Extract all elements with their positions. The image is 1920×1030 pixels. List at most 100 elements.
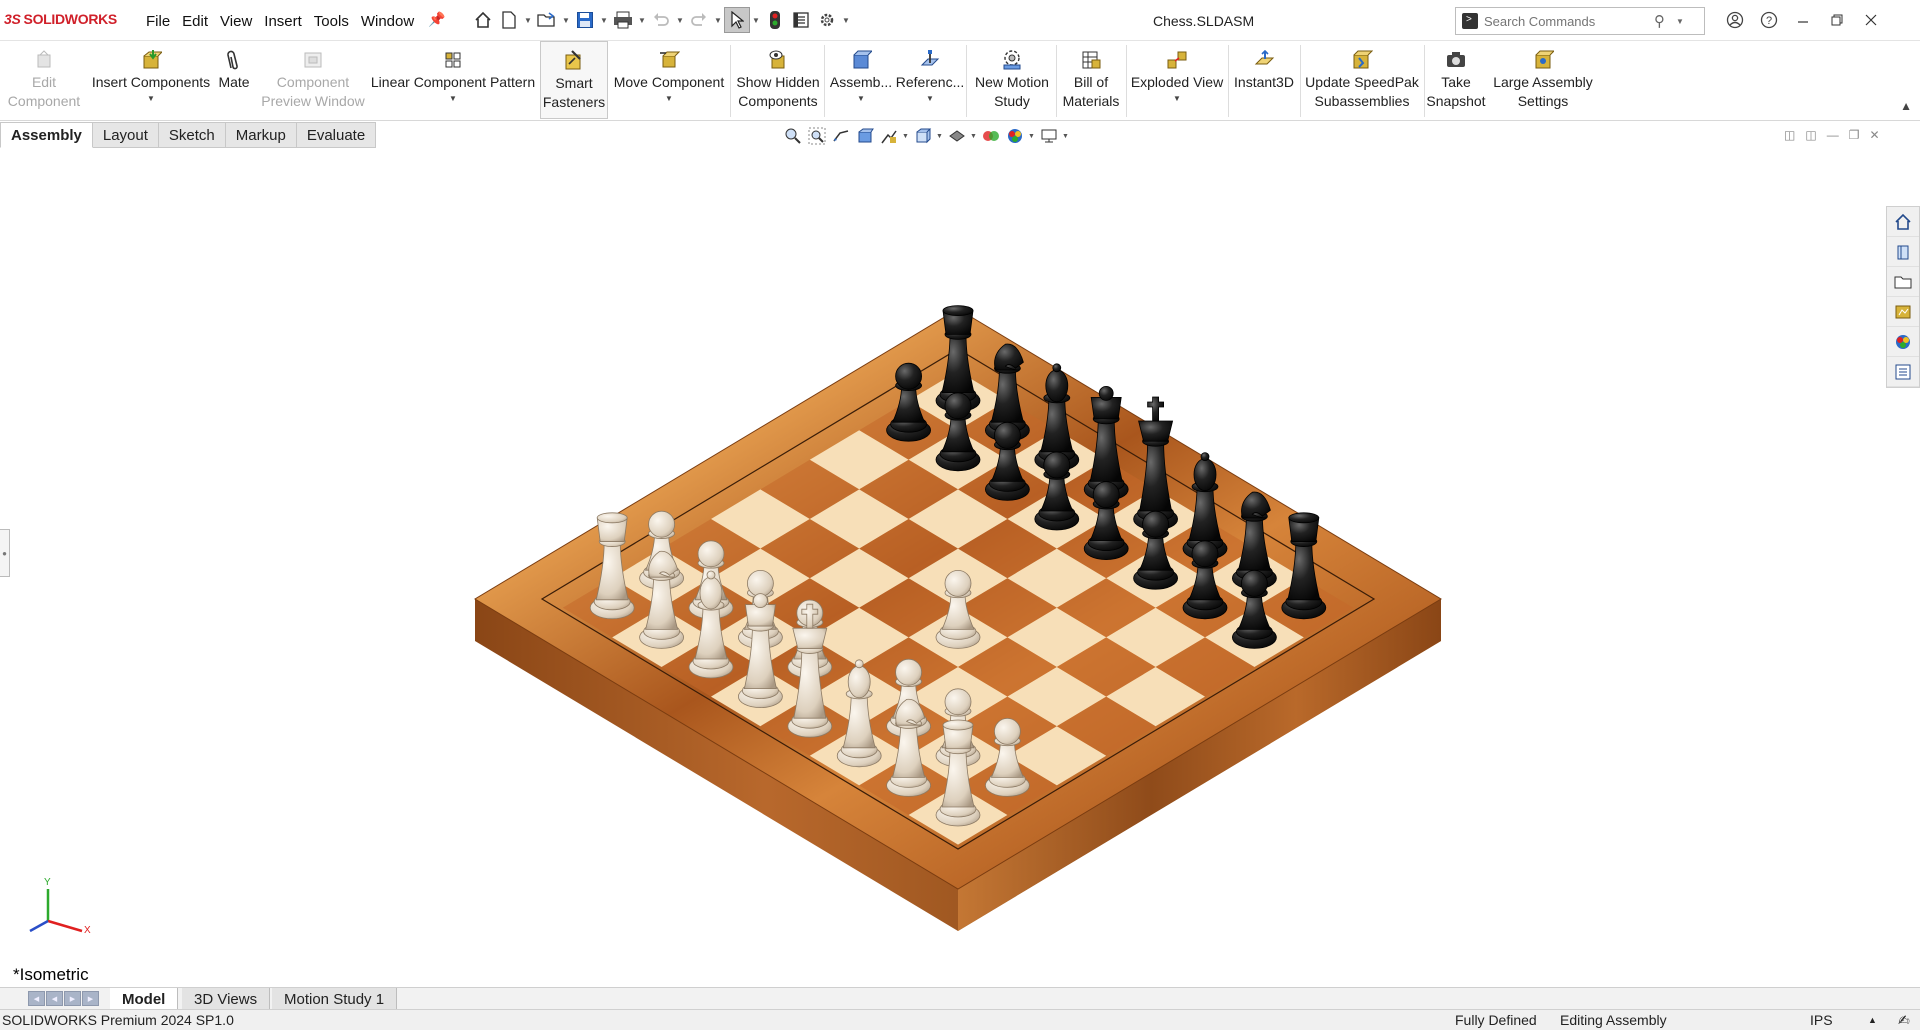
home-icon[interactable] — [470, 7, 496, 33]
dynamic-annotation-icon[interactable] — [878, 125, 900, 147]
new-motion-study-button[interactable]: New Motion Study — [970, 41, 1054, 119]
tab-sketch[interactable]: Sketch — [158, 122, 226, 148]
view-settings-dropdown-icon[interactable]: ▼ — [1062, 133, 1070, 140]
search-input[interactable] — [1484, 13, 1654, 29]
solidworks-logo[interactable]: 3S SOLIDWORKS — [4, 11, 117, 27]
save-icon[interactable] — [572, 7, 598, 33]
account-icon[interactable] — [1718, 7, 1752, 33]
hide-show-items-icon[interactable] — [980, 125, 1002, 147]
zoom-to-area-icon[interactable] — [806, 125, 828, 147]
menu-tools[interactable]: Tools — [314, 13, 358, 30]
open-folder-icon[interactable] — [534, 7, 560, 33]
component-preview-window-button[interactable]: Component Preview Window — [258, 41, 368, 119]
assembly-features-dropdown-icon[interactable]: ▼ — [857, 94, 865, 104]
large-assembly-settings-button[interactable]: Large Assembly Settings — [1488, 41, 1598, 119]
view-palette-icon[interactable] — [1887, 297, 1919, 327]
exploded-view-dropdown-icon[interactable]: ▼ — [1173, 94, 1181, 104]
unit-system[interactable]: IPS — [1810, 1012, 1833, 1028]
linear-pattern-dropdown-icon[interactable]: ▼ — [449, 94, 457, 104]
rebuild-icon[interactable] — [762, 7, 788, 33]
feature-manager-flyout-handle[interactable]: ● — [0, 529, 10, 577]
move-component-button[interactable]: Move Component ▼ — [610, 41, 728, 119]
annotation-dropdown-icon[interactable]: ▼ — [902, 133, 910, 140]
assembly-features-button[interactable]: Assemb... ▼ — [828, 41, 894, 119]
minimize-icon[interactable] — [1786, 7, 1820, 33]
edit-appearance-icon[interactable] — [1004, 125, 1026, 147]
viewport-minimize-icon[interactable]: — — [1827, 128, 1839, 142]
tab-assembly[interactable]: Assembly — [0, 122, 93, 148]
select-dropdown-icon[interactable]: ▼ — [750, 16, 762, 25]
tooltip-icon[interactable]: ✍ — [1898, 1012, 1910, 1029]
view-orientation-dropdown-icon[interactable]: ▼ — [936, 133, 944, 140]
exploded-view-button[interactable]: Exploded View ▼ — [1128, 41, 1226, 119]
new-document-icon[interactable] — [496, 7, 522, 33]
show-hidden-components-button[interactable]: Show Hidden Components — [734, 41, 822, 119]
edit-component-button[interactable]: Edit Component — [2, 41, 86, 119]
insert-components-dropdown-icon[interactable]: ▼ — [147, 94, 155, 104]
menu-view[interactable]: View — [220, 13, 261, 30]
tab-3d-views[interactable]: 3D Views — [182, 988, 271, 1010]
move-component-dropdown-icon[interactable]: ▼ — [665, 94, 673, 104]
viewport-tile-icon[interactable]: ◫ — [1784, 128, 1795, 142]
viewport-close-icon[interactable]: ✕ — [1869, 128, 1879, 142]
update-speedpak-button[interactable]: Update SpeedPak Subassemblies — [1302, 41, 1422, 119]
viewport-restore-icon[interactable]: ❐ — [1849, 128, 1860, 142]
mate-button[interactable]: Mate — [214, 41, 254, 119]
solidworks-resources-home-icon[interactable] — [1887, 207, 1919, 237]
file-properties-icon[interactable] — [788, 7, 814, 33]
help-icon[interactable]: ? — [1752, 7, 1786, 33]
appearance-dropdown-icon[interactable]: ▼ — [1028, 133, 1036, 140]
last-tab-arrow-icon[interactable]: ▶ — [82, 991, 99, 1006]
print-icon[interactable] — [610, 7, 636, 33]
appearances-scenes-icon[interactable] — [1887, 327, 1919, 357]
next-tab-arrow-icon[interactable]: ▶ — [64, 991, 81, 1006]
graphics-area[interactable]: ● Y X *Isometric — [0, 149, 1920, 987]
search-icon[interactable]: ⚲ — [1654, 12, 1674, 30]
options-dropdown-icon[interactable]: ▼ — [840, 16, 852, 25]
options-gear-icon[interactable] — [814, 7, 840, 33]
redo-dropdown-icon[interactable]: ▼ — [712, 16, 724, 25]
file-explorer-icon[interactable] — [1887, 267, 1919, 297]
reference-geometry-dropdown-icon[interactable]: ▼ — [926, 94, 934, 104]
prev-tab-arrow-icon[interactable]: ◀ — [46, 991, 63, 1006]
display-style-dropdown-icon[interactable]: ▼ — [970, 133, 978, 140]
view-settings-monitor-icon[interactable] — [1038, 125, 1060, 147]
tab-layout[interactable]: Layout — [92, 122, 159, 148]
tab-model[interactable]: Model — [110, 988, 179, 1010]
search-commands-box[interactable]: ⚲ ▼ — [1455, 7, 1705, 35]
design-library-icon[interactable] — [1887, 237, 1919, 267]
tab-markup[interactable]: Markup — [225, 122, 297, 148]
viewport-split-icon[interactable]: ◫ — [1805, 128, 1816, 142]
new-dropdown-icon[interactable]: ▼ — [522, 16, 534, 25]
reference-geometry-button[interactable]: Referenc... ▼ — [896, 41, 964, 119]
menu-file[interactable]: File — [146, 13, 179, 30]
undo-dropdown-icon[interactable]: ▼ — [674, 16, 686, 25]
first-tab-arrow-icon[interactable]: ◀ — [28, 991, 45, 1006]
menu-edit[interactable]: Edit — [182, 13, 217, 30]
bill-of-materials-button[interactable]: Bill of Materials — [1058, 41, 1124, 119]
tab-motion-study-1[interactable]: Motion Study 1 — [272, 988, 398, 1010]
section-view-icon[interactable] — [854, 125, 876, 147]
close-icon[interactable] — [1854, 7, 1888, 33]
pin-icon[interactable]: 📌 — [428, 11, 445, 28]
zoom-to-fit-icon[interactable] — [782, 125, 804, 147]
insert-components-button[interactable]: Insert Components ▼ — [88, 41, 214, 119]
open-dropdown-icon[interactable]: ▼ — [560, 16, 572, 25]
custom-properties-icon[interactable] — [1887, 357, 1919, 387]
redo-icon[interactable] — [686, 7, 712, 33]
linear-component-pattern-button[interactable]: Linear Component Pattern ▼ — [370, 41, 536, 119]
previous-view-icon[interactable] — [830, 125, 852, 147]
collapse-ribbon-icon[interactable]: ▲ — [1900, 99, 1912, 113]
search-dropdown-icon[interactable]: ▼ — [1676, 17, 1684, 26]
display-style-icon[interactable] — [946, 125, 968, 147]
unit-dropdown-icon[interactable]: ▲ — [1868, 1015, 1877, 1025]
smart-fasteners-button[interactable]: Smart Fasteners — [540, 41, 608, 119]
undo-icon[interactable] — [648, 7, 674, 33]
save-dropdown-icon[interactable]: ▼ — [598, 16, 610, 25]
restore-icon[interactable] — [1820, 7, 1854, 33]
chess-board-model[interactable] — [0, 149, 1920, 987]
take-snapshot-button[interactable]: Take Snapshot — [1426, 41, 1486, 119]
view-orientation-icon[interactable] — [912, 125, 934, 147]
instant3d-button[interactable]: Instant3D — [1230, 41, 1298, 119]
print-dropdown-icon[interactable]: ▼ — [636, 16, 648, 25]
